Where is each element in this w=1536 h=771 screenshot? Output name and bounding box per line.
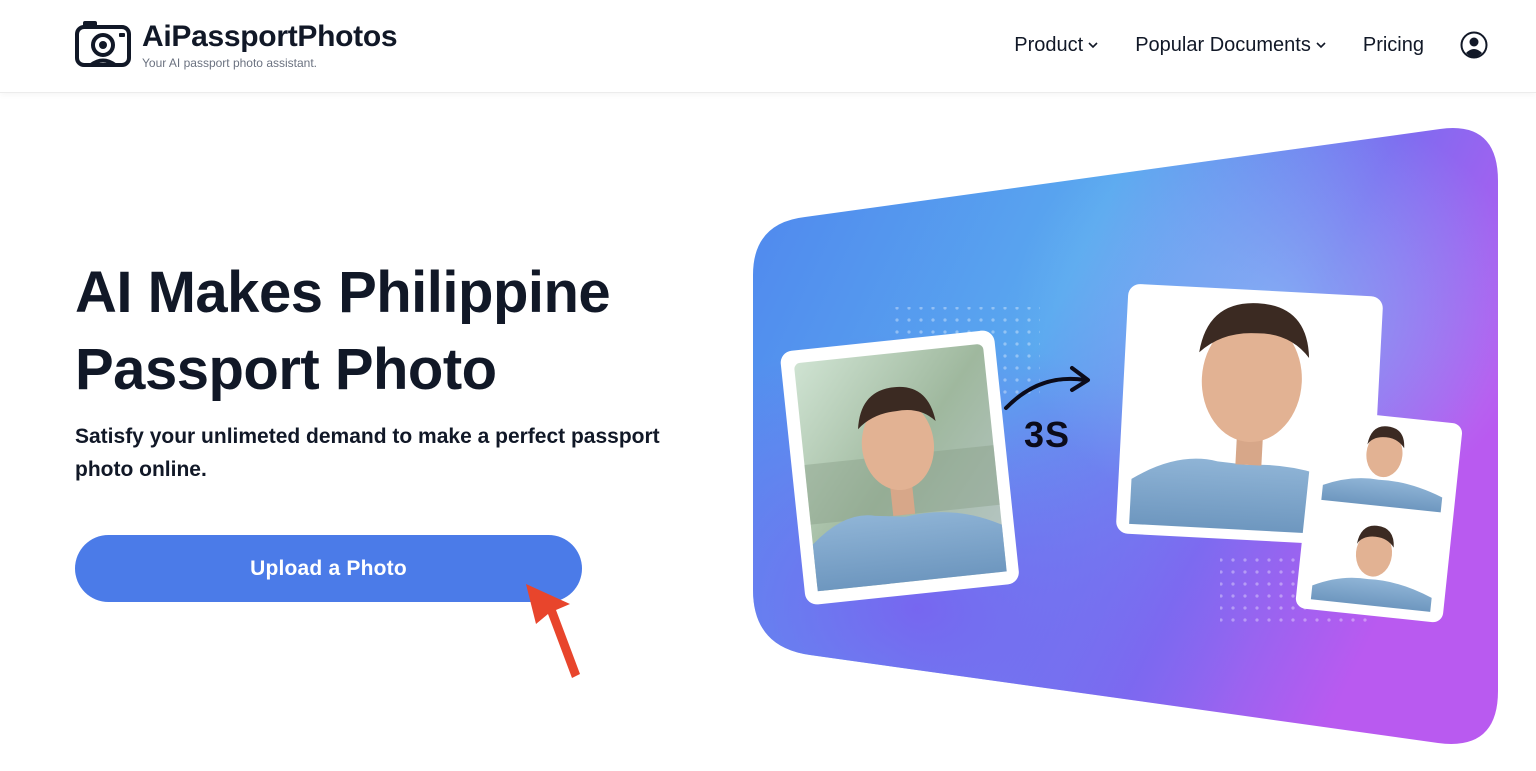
user-circle-icon[interactable] — [1460, 31, 1488, 59]
nav-item-label: Popular Documents — [1135, 33, 1311, 56]
hero-title: AI Makes Philippine Passport Photo — [75, 254, 695, 408]
nav-item-label: Pricing — [1362, 33, 1424, 56]
processing-time-label: 3S — [1024, 414, 1071, 455]
hero-title-line2: Passport Photo — [75, 337, 497, 402]
nav-item-popular-documents[interactable]: Popular Documents — [1135, 34, 1327, 57]
chevron-down-icon — [1088, 42, 1098, 49]
nav-item-pricing[interactable]: Pricing — [1363, 34, 1424, 57]
brand-logo[interactable]: AiPassportPhotos Your AI passport photo … — [74, 18, 398, 70]
nav-item-label: Product — [1014, 33, 1084, 56]
red-arrow-pointer-icon — [526, 584, 580, 678]
nav-item-product[interactable]: Product — [1014, 34, 1099, 57]
site-header: AiPassportPhotos Your AI passport photo … — [0, 0, 1536, 93]
brand-tagline: Your AI passport photo assistant. — [142, 56, 318, 70]
brand-name: AiPassportPhotos — [142, 20, 398, 53]
hero-illustration — [753, 128, 1498, 744]
hero-subtitle: Satisfy your unlimeted demand to make a … — [75, 425, 660, 481]
hero-title-line1: AI Makes Philippine — [75, 260, 611, 325]
main-nav: Product Popular Documents Pricing — [978, 28, 1488, 62]
upload-photo-button[interactable]: Upload a Photo — [75, 535, 582, 602]
chevron-down-icon — [1316, 42, 1326, 49]
camera-logo-icon — [75, 21, 131, 67]
